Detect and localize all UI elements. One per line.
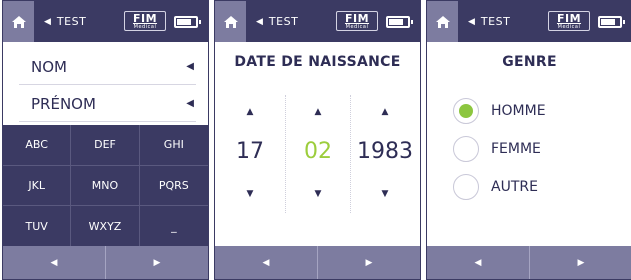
home-button[interactable]: [427, 1, 458, 42]
header-bar: ◀ TEST FIM Medical: [215, 1, 420, 42]
key-mno[interactable]: MNO: [71, 165, 140, 207]
breadcrumb-label: TEST: [480, 15, 511, 28]
option-femme[interactable]: FEMME: [453, 135, 541, 163]
breadcrumb-label: TEST: [268, 15, 299, 28]
month-down-icon[interactable]: ▼: [286, 189, 350, 199]
year-up-icon[interactable]: ▲: [352, 107, 418, 117]
key-wxyz[interactable]: WXYZ: [71, 206, 140, 247]
text-keypad: ABC DEF GHI JKL MNO PQRS TUV WXYZ _: [3, 125, 208, 247]
key-abc[interactable]: ABC: [3, 125, 72, 166]
year-value: 1983: [357, 139, 413, 164]
key-tuv[interactable]: TUV: [3, 206, 72, 247]
page-title: DATE DE NAISSANCE: [234, 54, 401, 70]
nav-bar: ◀ ▶: [3, 246, 208, 279]
last-name-label: NOM: [31, 57, 67, 76]
year-down-icon[interactable]: ▼: [352, 189, 418, 199]
home-icon: [11, 15, 26, 28]
prev-button[interactable]: ◀: [215, 246, 318, 279]
brand-logo: FIM Medical: [548, 11, 590, 31]
home-button[interactable]: [3, 1, 34, 42]
key-space[interactable]: _: [140, 206, 208, 247]
back-arrow-icon: ◀: [44, 16, 51, 27]
year-picker: ▲ 1983 ▼: [352, 95, 418, 213]
month-up-icon[interactable]: ▲: [286, 107, 350, 117]
battery-icon: [174, 16, 201, 28]
prev-button[interactable]: ◀: [427, 246, 530, 279]
option-label: FEMME: [491, 141, 541, 157]
back-arrow-icon: ◀: [468, 16, 475, 27]
month-picker: ▲ 02 ▼: [285, 95, 351, 213]
month-value: 02: [304, 139, 332, 164]
next-button[interactable]: ▶: [318, 246, 420, 279]
radio-button[interactable]: [453, 174, 479, 200]
key-ghi[interactable]: GHI: [139, 125, 208, 166]
option-label: AUTRE: [491, 179, 538, 195]
home-button[interactable]: [215, 1, 246, 42]
next-button[interactable]: ▶: [530, 246, 631, 279]
battery-icon: [386, 16, 413, 28]
last-name-field[interactable]: NOM ◀: [19, 49, 196, 85]
page-title: GENRE: [502, 54, 557, 70]
header-bar: ◀ TEST FIM Medical: [3, 1, 208, 42]
day-up-icon[interactable]: ▲: [217, 107, 283, 117]
option-autre[interactable]: AUTRE: [453, 173, 538, 201]
screen-birth-date: ◀ TEST FIM Medical DATE DE NAISSANCE ▲ 1…: [214, 0, 421, 280]
screen-gender: ◀ TEST FIM Medical GENRE HOMME FEMME AUT…: [426, 0, 631, 280]
screen-name-entry: ◀ TEST FIM Medical NOM ◀ PRÉNOM ◀ ABC DE…: [2, 0, 209, 280]
key-jkl[interactable]: JKL: [3, 165, 72, 207]
home-icon: [223, 15, 238, 28]
key-pqrs[interactable]: PQRS: [139, 166, 208, 207]
backspace-arrow-icon[interactable]: ◀: [186, 98, 196, 109]
nav-bar: ◀ ▶: [215, 246, 420, 279]
brand-logo: FIM Medical: [336, 11, 378, 31]
brand-logo: FIM Medical: [124, 11, 166, 31]
breadcrumb[interactable]: ◀ TEST: [256, 1, 298, 42]
next-button[interactable]: ▶: [106, 246, 208, 279]
battery-icon: [598, 16, 625, 28]
day-down-icon[interactable]: ▼: [217, 189, 283, 199]
first-name-label: PRÉNOM: [31, 94, 96, 113]
day-value: 17: [236, 139, 264, 164]
back-arrow-icon: ◀: [256, 16, 263, 27]
home-icon: [435, 15, 450, 28]
breadcrumb-label: TEST: [56, 15, 87, 28]
option-label: HOMME: [491, 103, 546, 119]
breadcrumb[interactable]: ◀ TEST: [468, 1, 510, 42]
day-picker: ▲ 17 ▼: [217, 95, 283, 213]
backspace-arrow-icon[interactable]: ◀: [186, 61, 196, 72]
nav-bar: ◀ ▶: [427, 246, 631, 279]
key-def[interactable]: DEF: [71, 125, 140, 166]
option-homme[interactable]: HOMME: [453, 97, 546, 125]
radio-button[interactable]: [453, 136, 479, 162]
radio-button-selected[interactable]: [453, 98, 479, 124]
header-bar: ◀ TEST FIM Medical: [427, 1, 631, 42]
breadcrumb[interactable]: ◀ TEST: [44, 1, 86, 42]
first-name-field[interactable]: PRÉNOM ◀: [19, 86, 196, 122]
prev-button[interactable]: ◀: [3, 246, 106, 279]
